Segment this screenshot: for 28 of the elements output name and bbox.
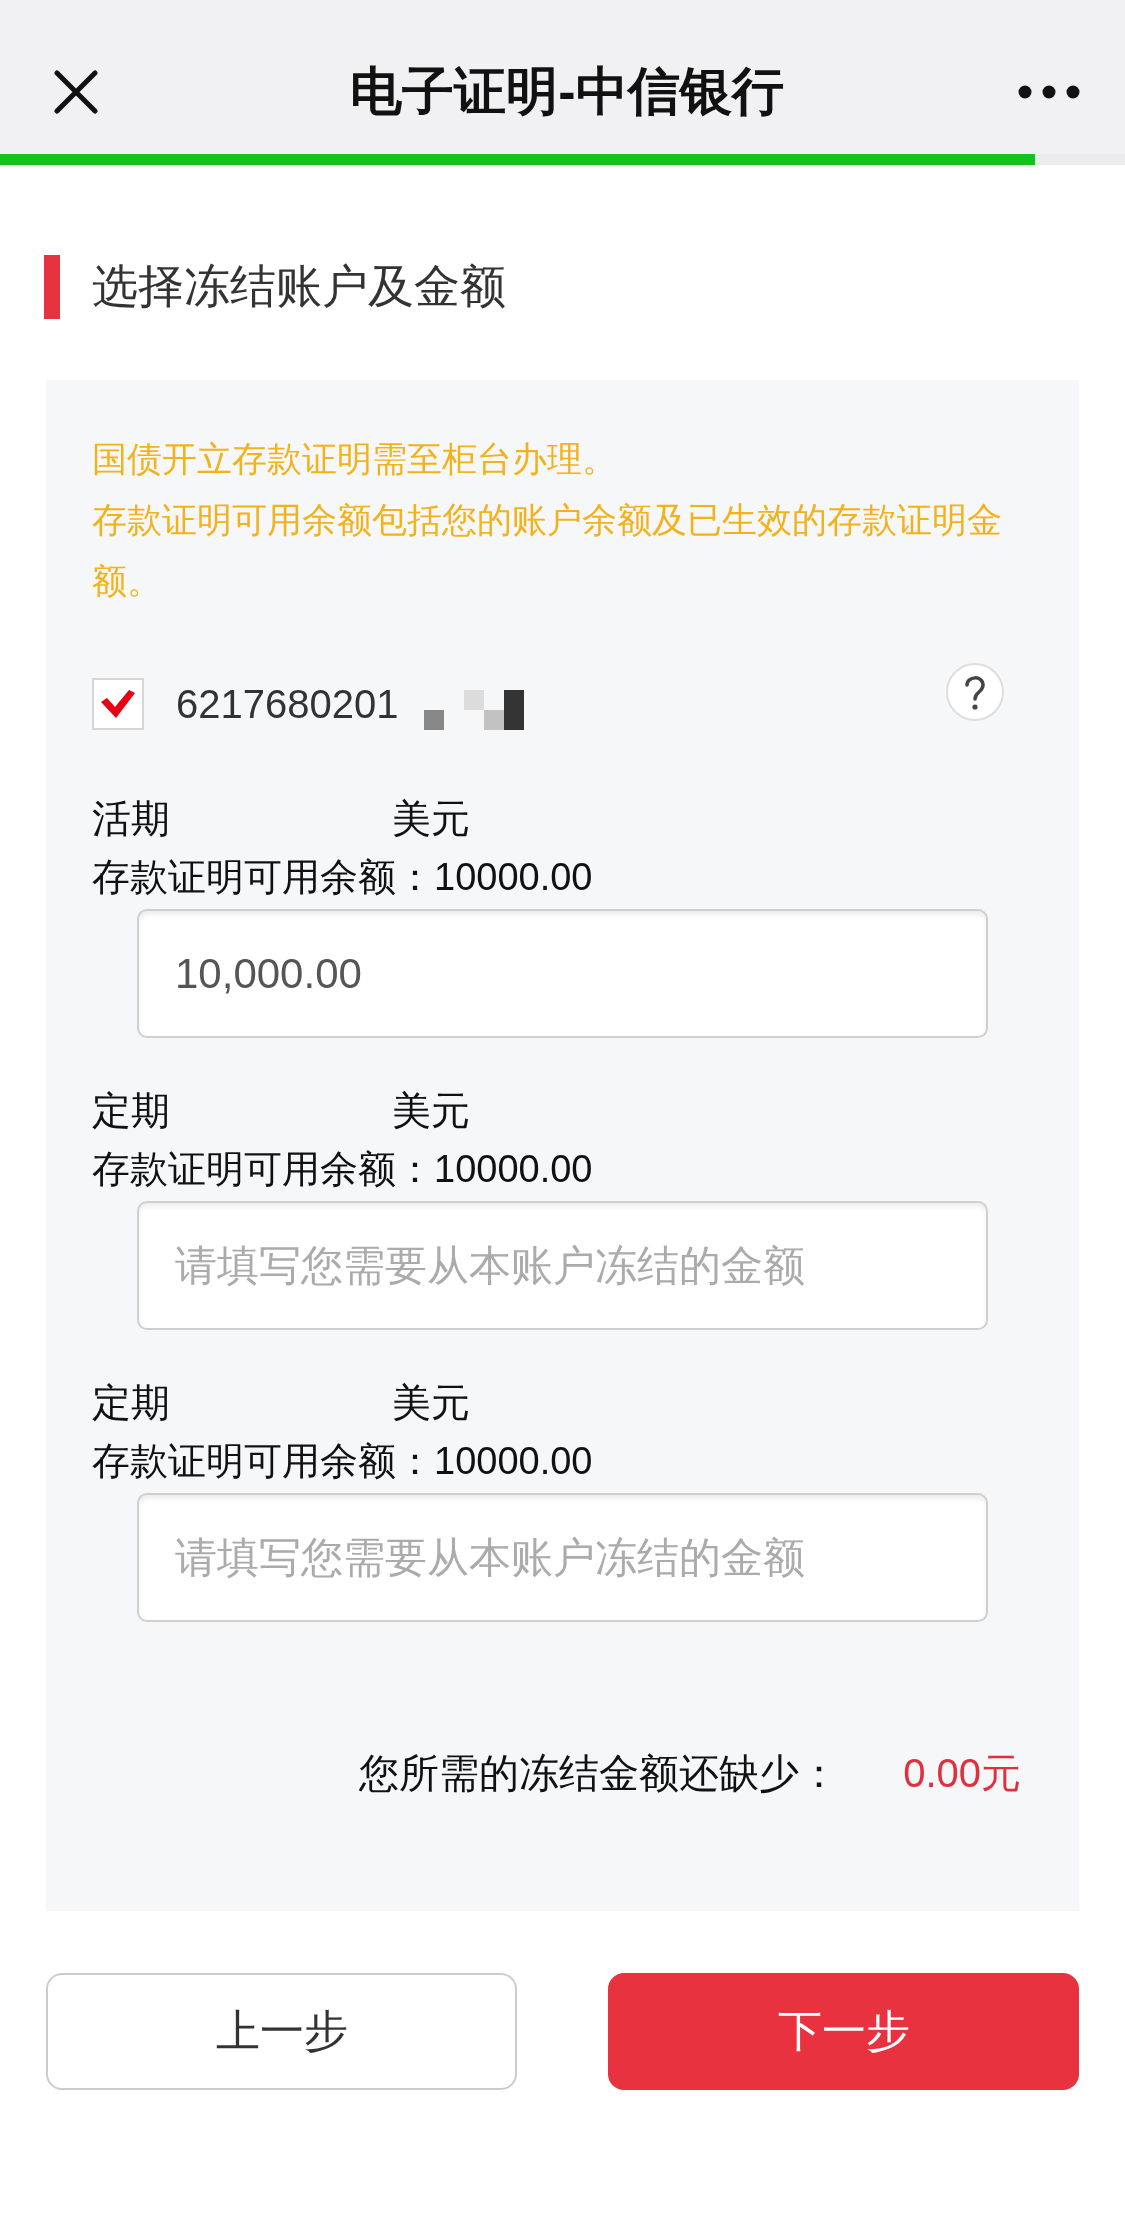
next-button[interactable]: 下一步 xyxy=(608,1973,1079,2090)
amount-input[interactable]: 请填写您需要从本账户冻结的金额 xyxy=(137,1493,988,1622)
shortfall-amount: 0.00元 xyxy=(903,1750,1021,1797)
amount-input[interactable]: 10,000.00 xyxy=(137,909,988,1038)
notice-text: 存款证明可用余额包括您的账户余额及已生效的存款证明金额。 xyxy=(92,499,1003,602)
account-checkbox[interactable] xyxy=(92,678,144,730)
available-balance: 存款证明可用余额：10000.00 xyxy=(92,1147,594,1192)
deposit-type: 定期 xyxy=(92,1380,171,1426)
window-title: 电子证明-中信银行 xyxy=(350,61,784,122)
currency-label: 美元 xyxy=(392,1380,470,1426)
amount-input[interactable]: 请填写您需要从本账户冻结的金额 xyxy=(137,1201,988,1330)
redaction-mosaic-icon xyxy=(424,690,525,730)
section-title: 选择冻结账户及金额 xyxy=(92,259,506,314)
notice-text: 国债开立存款证明需至柜台办理。 xyxy=(92,438,618,480)
available-balance: 存款证明可用余额：10000.00 xyxy=(92,1439,594,1484)
deposit-type: 活期 xyxy=(92,796,171,842)
deposit-type: 定期 xyxy=(92,1088,171,1134)
close-icon[interactable] xyxy=(54,70,98,114)
shortfall-label: 您所需的冻结金额还缺少： xyxy=(359,1750,840,1797)
account-number: 6217680201 xyxy=(176,681,399,727)
more-icon[interactable] xyxy=(1018,85,1080,99)
help-icon[interactable] xyxy=(945,662,1005,722)
section-marker xyxy=(44,255,60,319)
currency-label: 美元 xyxy=(392,796,470,842)
back-button[interactable]: 上一步 xyxy=(46,1973,517,2090)
checkmark-icon xyxy=(101,690,135,718)
available-balance: 存款证明可用余额：10000.00 xyxy=(92,855,594,900)
currency-label: 美元 xyxy=(392,1088,470,1134)
